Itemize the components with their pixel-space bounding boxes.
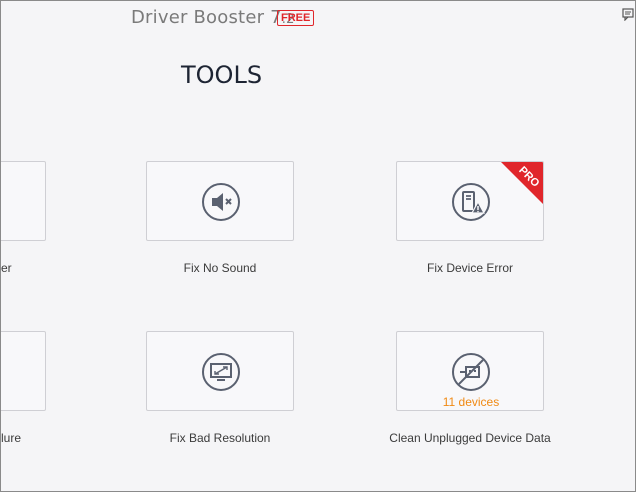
- tool-label-partial-top: er: [1, 261, 12, 275]
- tool-label-partial-bottom: lure: [1, 431, 22, 445]
- page-title: TOOLS: [181, 61, 263, 89]
- feedback-icon[interactable]: [621, 7, 635, 21]
- title-bar: Driver Booster 7.2 FREE: [1, 1, 635, 35]
- muted-speaker-icon: [202, 183, 240, 221]
- fix-no-sound-card[interactable]: [146, 161, 294, 241]
- device-count: 11 devices: [442, 395, 500, 409]
- fix-bad-resolution-label: Fix Bad Resolution: [169, 431, 271, 445]
- tool-card-partial-bottom[interactable]: [1, 331, 46, 411]
- fix-bad-resolution-card[interactable]: [146, 331, 294, 411]
- unplugged-device-icon: [452, 353, 490, 391]
- app-name-text: Driver Booster 7: [131, 7, 282, 28]
- fix-device-error-label: Fix Device Error: [426, 261, 513, 275]
- app-title: Driver Booster 7.2: [131, 7, 295, 28]
- device-warning-icon: [452, 183, 490, 221]
- clean-unplugged-card[interactable]: 11 devices: [396, 331, 544, 411]
- free-badge[interactable]: FREE: [277, 10, 315, 26]
- app-window: Driver Booster 7.2 FREE TOOLS er Fix No …: [0, 0, 636, 492]
- fix-no-sound-label: Fix No Sound: [183, 261, 257, 275]
- tool-card-partial-top[interactable]: [1, 161, 46, 241]
- monitor-resize-icon: [202, 353, 240, 391]
- fix-device-error-card[interactable]: PRO: [396, 161, 544, 241]
- clean-unplugged-label: Clean Unplugged Device Data: [389, 431, 551, 445]
